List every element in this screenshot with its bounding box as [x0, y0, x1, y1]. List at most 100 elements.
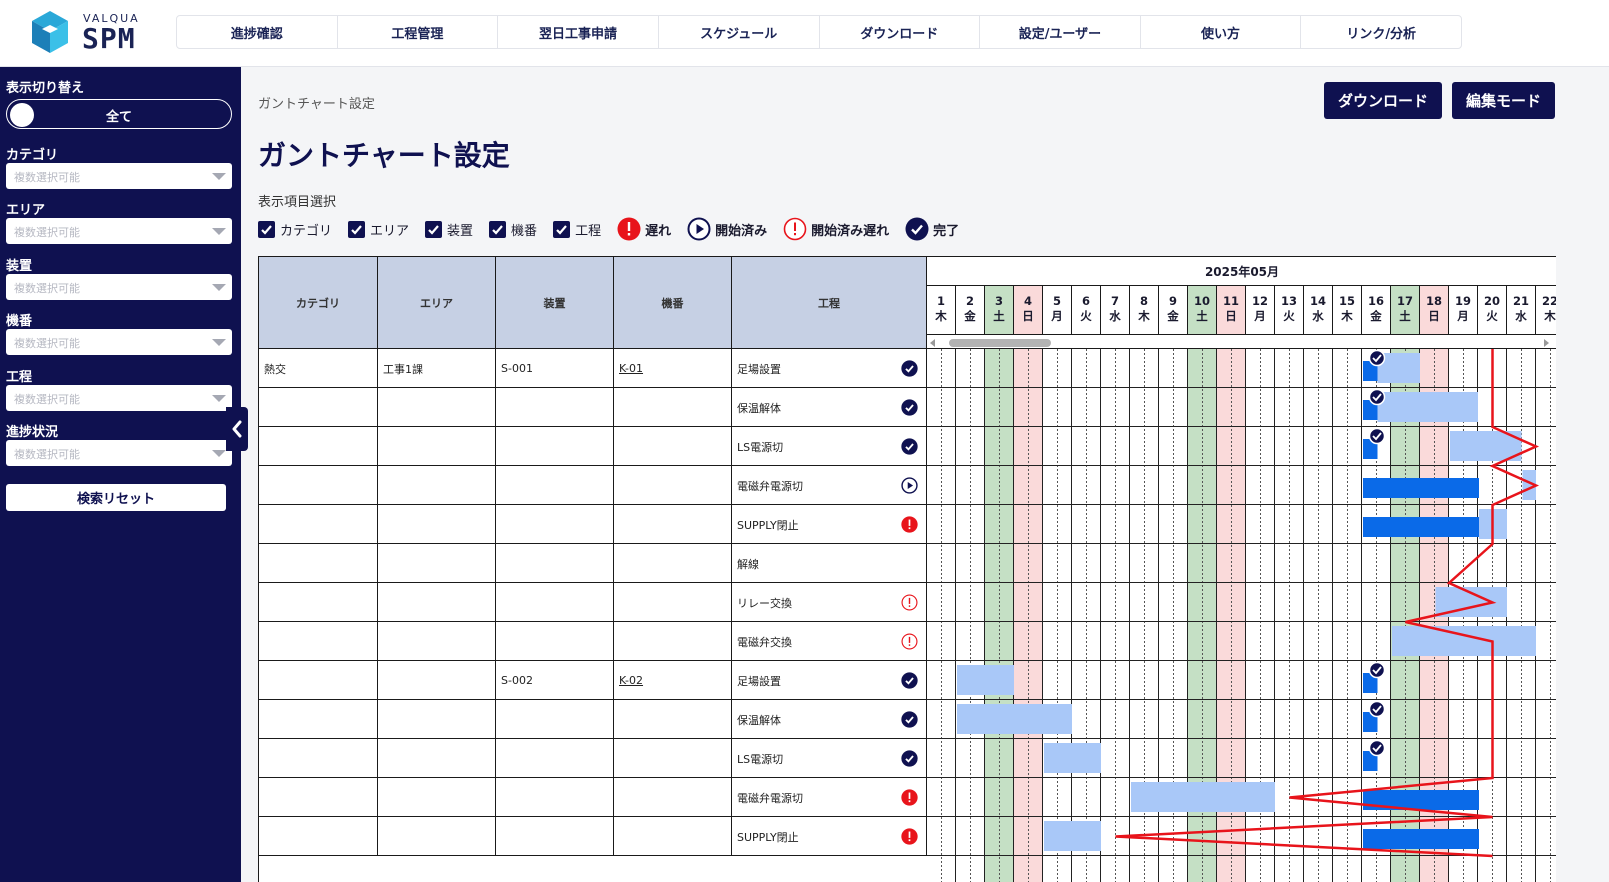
chevron-down-icon [212, 284, 226, 291]
cell-machine[interactable]: K-01 [614, 349, 732, 388]
cell-process: 電磁弁電源切 [732, 778, 927, 817]
table-row[interactable]: 保温解体 [259, 388, 927, 427]
nav-links-analysis[interactable]: リンク/分析 [1301, 16, 1461, 48]
select-placeholder: 複数選択可能 [14, 171, 80, 184]
download-button[interactable]: ダウンロード [1324, 82, 1442, 119]
checkbox-machine[interactable]: 機番 [489, 220, 537, 239]
weekday: 木 [1341, 309, 1353, 323]
nav-settings-users[interactable]: 設定/ユーザー [980, 16, 1141, 48]
table-row[interactable]: 電磁弁電源切 [259, 466, 927, 505]
table-row[interactable]: 熱交 工事1課 S-001 K-01 足場設置 [259, 349, 927, 388]
table-row[interactable]: SUPPLY閉止 [259, 817, 927, 856]
logo-product-text: SPM [82, 22, 136, 55]
category-select[interactable]: 複数選択可能 [6, 163, 232, 189]
done-check-icon [1368, 388, 1386, 406]
cell-machine [614, 700, 732, 739]
cell-category [259, 700, 378, 739]
weekday: 月 [1457, 309, 1469, 323]
weekday: 土 [993, 309, 1005, 323]
day-header-cell: 21 水 [1507, 286, 1536, 335]
table-row[interactable]: LS電源切 [259, 739, 927, 778]
cell-area [378, 466, 496, 505]
machine-link[interactable]: K-01 [619, 362, 643, 375]
nav-schedule[interactable]: スケジュール [659, 16, 820, 48]
nav-next-day-request[interactable]: 翌日工事申請 [498, 16, 659, 48]
table-row[interactable]: 保温解体 [259, 700, 927, 739]
page-title: ガントチャート設定 [258, 139, 510, 172]
cell-machine [614, 505, 732, 544]
logo-cube-icon [32, 11, 68, 53]
cell-text: 電磁弁電源切 [737, 479, 803, 493]
weekday: 火 [1486, 309, 1498, 323]
select-placeholder: 複数選択可能 [14, 337, 80, 350]
cell-machine [614, 544, 732, 583]
cell-text: SUPPLY閉止 [737, 830, 799, 844]
toggle-value: 全て [105, 110, 132, 125]
cell-machine [614, 739, 732, 778]
scroll-left-icon [930, 339, 935, 347]
scroll-right-icon [1544, 339, 1549, 347]
machine-link[interactable]: K-02 [619, 674, 643, 687]
cell-process: 電磁弁電源切 [732, 466, 927, 505]
late-icon [617, 217, 641, 241]
checkbox-area[interactable]: エリア [348, 220, 409, 239]
chevron-down-icon [212, 173, 226, 180]
gantt-bars [927, 349, 1556, 882]
plan-bar [1044, 821, 1101, 851]
checkbox-category[interactable]: カテゴリ [258, 220, 332, 239]
area-select[interactable]: 複数選択可能 [6, 218, 232, 244]
day-number: 5 [1052, 294, 1061, 308]
machine-select[interactable]: 複数選択可能 [6, 329, 232, 355]
day-header-cell: 7水 [1101, 286, 1130, 335]
day-header-cell: 15 木 [1333, 286, 1362, 335]
weekday: 水 [1515, 309, 1527, 323]
cell-text: 保温解体 [737, 401, 781, 415]
display-toggle[interactable]: 全て [6, 99, 232, 129]
legend-late: 遅れ [617, 217, 671, 241]
table-row[interactable]: LS電源切 [259, 427, 927, 466]
cell-process: SUPPLY閉止 [732, 505, 927, 544]
table-row[interactable]: 電磁弁電源切 [259, 778, 927, 817]
weekday: 木 [935, 309, 947, 323]
nav-how-to-use[interactable]: 使い方 [1141, 16, 1302, 48]
day-header-cell: 17 土 [1391, 286, 1420, 335]
day-number: 2 [965, 294, 974, 308]
table-row[interactable]: 解線 [259, 544, 927, 583]
cell-text: SUPPLY閉止 [737, 518, 799, 532]
cell-text: 保温解体 [737, 713, 781, 727]
day-number: 11 [1222, 294, 1239, 308]
day-number: 1 [936, 294, 945, 308]
checkbox-process[interactable]: 工程 [553, 220, 601, 239]
day-header-cell: 10 土 [1188, 286, 1217, 335]
cell-device [496, 622, 614, 661]
cell-machine [614, 583, 732, 622]
search-reset-button[interactable]: 検索リセット [6, 484, 226, 511]
nav-process-management[interactable]: 工程管理 [338, 16, 499, 48]
day-number: 18 [1425, 294, 1442, 308]
table-row[interactable]: SUPPLY閉止 [259, 505, 927, 544]
table-row[interactable]: 電磁弁交換 [259, 622, 927, 661]
weekday: 木 [1138, 309, 1150, 323]
table-row[interactable]: S-002 K-02 足場設置 [259, 661, 927, 700]
valqua-spm-logo[interactable]: VALQUA SPM [28, 8, 158, 58]
nav-download[interactable]: ダウンロード [820, 16, 981, 48]
weekday: 金 [1370, 309, 1382, 323]
nav-progress[interactable]: 進捗確認 [177, 16, 338, 48]
cell-process: 電磁弁交換 [732, 622, 927, 661]
gantt-scrollbar[interactable] [927, 335, 1556, 349]
checkbox-device[interactable]: 装置 [425, 220, 473, 239]
day-number: 6 [1081, 294, 1090, 308]
day-number: 14 [1309, 294, 1326, 308]
edit-mode-button[interactable]: 編集モード [1452, 82, 1555, 119]
filter-label-area: エリア [6, 203, 46, 218]
cell-machine[interactable]: K-02 [614, 661, 732, 700]
done-check-icon [1368, 349, 1386, 367]
plan-bar [1044, 743, 1101, 773]
sidebar-collapse-button[interactable] [226, 407, 248, 451]
progress-select[interactable]: 複数選択可能 [6, 440, 232, 466]
cell-text: 工事1課 [383, 362, 423, 376]
process-select[interactable]: 複数選択可能 [6, 385, 232, 411]
scroll-thumb [949, 339, 1051, 347]
device-select[interactable]: 複数選択可能 [6, 274, 232, 300]
table-row[interactable]: リレー交換 [259, 583, 927, 622]
